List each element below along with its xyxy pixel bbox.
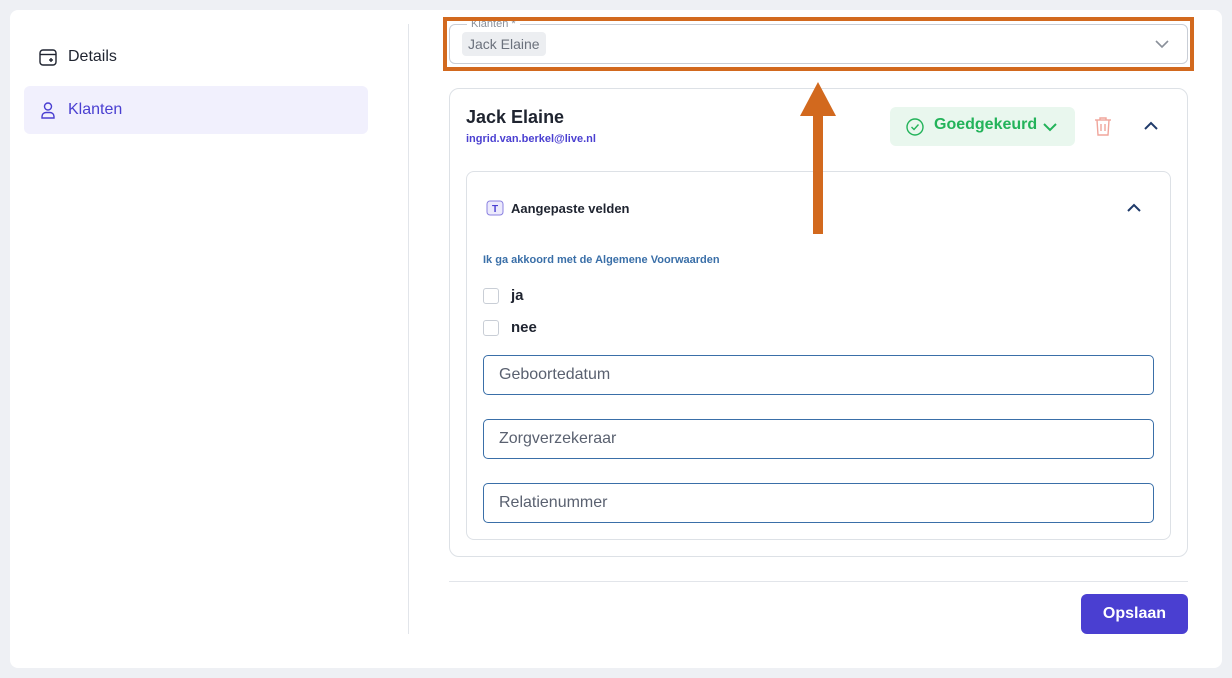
- relation-number-field[interactable]: [483, 483, 1154, 523]
- checkbox-ja[interactable]: [483, 288, 499, 304]
- client-name: Jack Elaine: [466, 107, 565, 127]
- vertical-divider: [408, 24, 409, 634]
- chevron-down-icon: [1043, 123, 1057, 132]
- svg-text:T: T: [492, 204, 498, 215]
- text-field-icon: T: [486, 200, 504, 216]
- check-circle-icon: [906, 118, 924, 136]
- sidebar-item-label: Details: [68, 48, 117, 65]
- horizontal-divider: [449, 581, 1188, 582]
- checkbox-label-ja: ja: [511, 287, 524, 304]
- chevron-up-icon[interactable]: [1141, 116, 1161, 136]
- sidebar-item-details[interactable]: Details: [24, 33, 368, 81]
- chevron-down-icon[interactable]: [1154, 36, 1170, 52]
- client-select-legend: Klanten *: [467, 18, 520, 30]
- checkbox-label-nee: nee: [511, 319, 537, 336]
- terms-label: Ik ga akkoord met de Algemene Voorwaarde…: [483, 254, 720, 266]
- sidebar-item-klanten[interactable]: Klanten: [24, 86, 368, 134]
- sidebar-item-label: Klanten: [68, 101, 123, 118]
- chevron-up-icon[interactable]: [1124, 198, 1144, 218]
- trash-icon[interactable]: [1093, 115, 1113, 137]
- custom-fields-title: Aangepaste velden: [511, 201, 630, 216]
- checkbox-nee[interactable]: [483, 320, 499, 336]
- save-button[interactable]: Opslaan: [1081, 594, 1188, 634]
- selected-client-chip[interactable]: Jack Elaine: [462, 32, 546, 56]
- client-email: ingrid.van.berkel@live.nl: [466, 133, 596, 145]
- calendar-plus-icon: [39, 49, 57, 66]
- insurer-field[interactable]: [483, 419, 1154, 459]
- user-icon: [41, 102, 55, 119]
- status-label: Goedgekeurd: [934, 116, 1038, 133]
- client-select[interactable]: [449, 24, 1188, 64]
- birthdate-field[interactable]: [483, 355, 1154, 395]
